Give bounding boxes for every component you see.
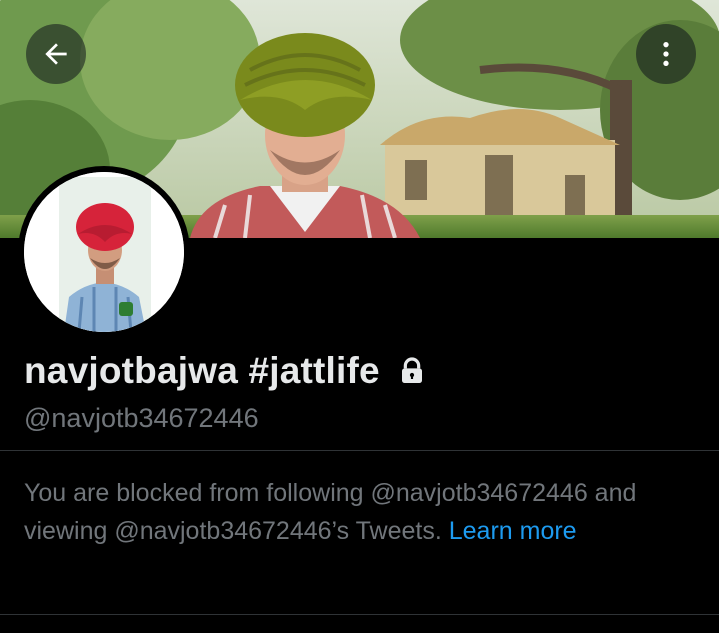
blocked-notice: You are blocked from following @navjotb3… — [24, 474, 694, 550]
more-options-button[interactable] — [636, 24, 696, 84]
arrow-left-icon — [45, 43, 67, 65]
profile-name-row: navjotbajwa #jattlife — [24, 350, 428, 392]
display-name: navjotbajwa #jattlife — [24, 350, 380, 391]
back-button[interactable] — [26, 24, 86, 84]
lock-icon — [396, 355, 428, 387]
profile-handle: @navjotb34672446 — [24, 403, 259, 433]
learn-more-link[interactable]: Learn more — [449, 517, 577, 545]
avatar-photo — [24, 172, 184, 332]
more-vertical-icon — [663, 42, 669, 66]
divider — [0, 614, 719, 615]
profile-avatar[interactable] — [18, 166, 190, 338]
divider — [0, 450, 719, 451]
